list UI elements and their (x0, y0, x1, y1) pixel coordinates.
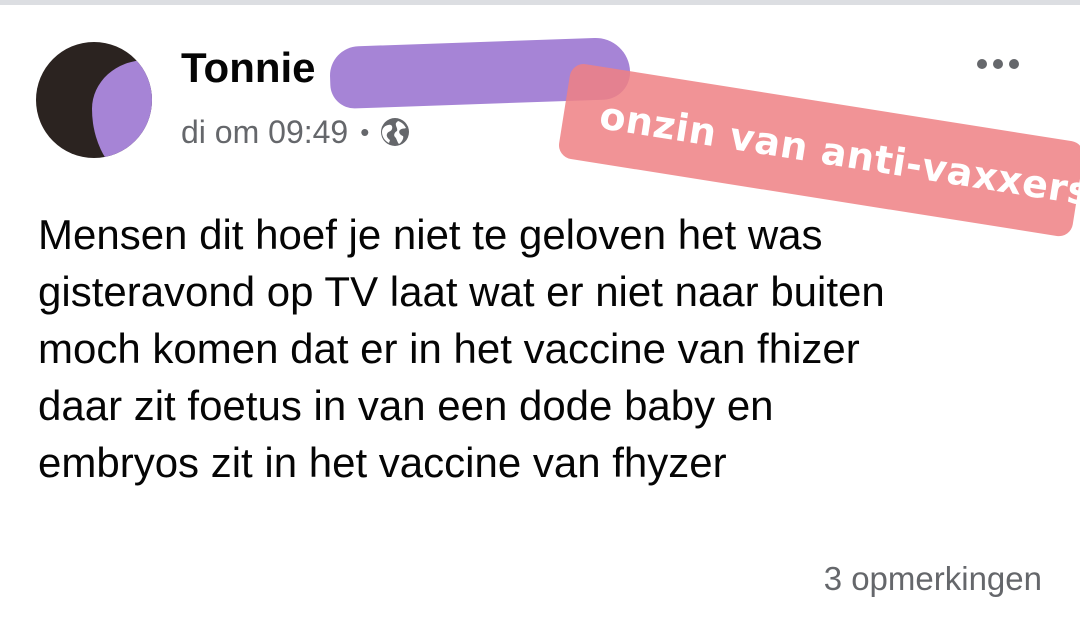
sticker-label: onzin van anti-vaxxers (596, 93, 1080, 215)
post-body: Mensen dit hoef je niet te geloven het w… (38, 211, 885, 486)
more-options-icon-dot (993, 59, 1003, 69)
top-divider (0, 0, 1080, 5)
avatar-redaction (92, 60, 152, 158)
post-timestamp[interactable]: di om 09:49 (181, 114, 348, 151)
post-meta: di om 09:49 • (181, 112, 411, 152)
more-options-icon-dot (1009, 59, 1019, 69)
meta-separator: • (360, 116, 370, 147)
more-options-icon (977, 59, 987, 69)
author-name[interactable]: Tonnie (181, 44, 316, 92)
globe-icon[interactable] (379, 116, 411, 148)
comment-count-link[interactable]: 3 opmerkingen (824, 560, 1042, 598)
more-options-button[interactable] (966, 46, 1030, 82)
avatar[interactable] (36, 42, 152, 158)
